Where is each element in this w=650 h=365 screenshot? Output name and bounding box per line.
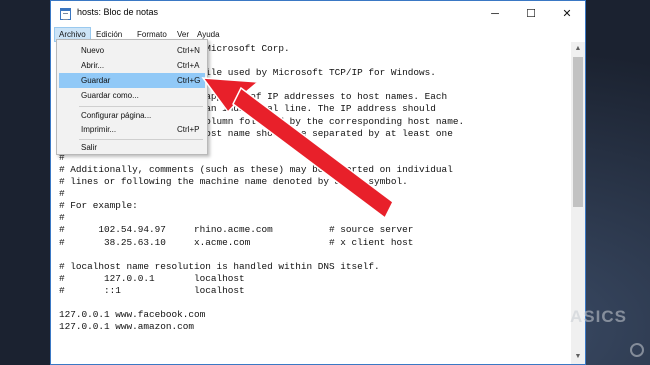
- red-arrow-annotation: [201, 77, 394, 220]
- watermark-text: ASICS: [570, 307, 627, 326]
- watermark-logo-icon: [630, 343, 644, 357]
- arrow-shaft: [232, 86, 394, 220]
